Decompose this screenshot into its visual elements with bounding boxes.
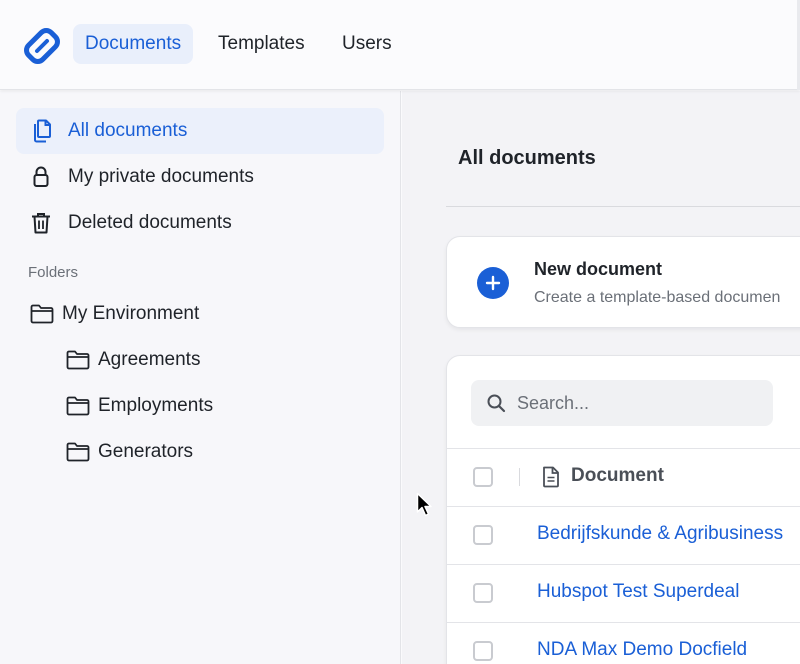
folder-label: My Environment <box>62 303 200 324</box>
search-box[interactable] <box>471 380 773 426</box>
folder-agreements[interactable]: Agreements <box>66 340 200 380</box>
folder-label: Agreements <box>98 349 201 370</box>
folder-icon <box>66 350 90 370</box>
folder-label: Employments <box>98 395 214 416</box>
row-checkbox[interactable] <box>473 525 493 545</box>
trash-icon <box>30 212 52 234</box>
row-checkbox[interactable] <box>473 583 493 603</box>
row-checkbox[interactable] <box>473 641 493 661</box>
row-separator <box>447 506 800 507</box>
sidebar-item-all-documents[interactable]: All documents <box>16 108 384 154</box>
row-separator <box>447 448 800 449</box>
tab-templates[interactable]: Templates <box>206 24 317 64</box>
plus-icon[interactable] <box>477 267 509 299</box>
title-divider <box>446 206 800 207</box>
main-content: All documents New document Create a temp… <box>402 91 800 664</box>
sidebar-item-private-documents[interactable]: My private documents <box>16 154 384 200</box>
sidebar: All documents My private documents Delet… <box>0 91 401 664</box>
column-header-document[interactable]: Document <box>571 465 664 487</box>
select-all-checkbox[interactable] <box>473 467 493 487</box>
mouse-cursor-icon <box>416 492 432 517</box>
folder-my-environment[interactable]: My Environment <box>30 294 199 334</box>
sidebar-item-label: All documents <box>68 120 188 141</box>
top-navigation-bar: Documents Templates Users <box>0 0 800 90</box>
sidebar-item-label: My private documents <box>68 166 254 187</box>
new-document-subtitle: Create a template-based documen <box>534 289 781 306</box>
folder-icon <box>66 396 90 416</box>
table-row-document-link[interactable]: Bedrijfskunde & Agribusiness <box>537 523 787 545</box>
row-separator <box>447 564 800 565</box>
page-title: All documents <box>458 147 596 169</box>
search-icon <box>485 392 507 414</box>
sidebar-item-label: Deleted documents <box>68 212 232 233</box>
folders-section-label: Folders <box>28 264 79 281</box>
new-document-card[interactable]: New document Create a template-based doc… <box>446 236 800 328</box>
folder-employments[interactable]: Employments <box>66 386 213 426</box>
lock-icon <box>30 166 52 188</box>
folder-icon <box>66 442 90 462</box>
tab-documents[interactable]: Documents <box>73 24 194 64</box>
new-document-title: New document <box>534 259 663 279</box>
document-icon <box>543 466 559 488</box>
column-separator <box>519 468 520 486</box>
sidebar-item-deleted-documents[interactable]: Deleted documents <box>16 200 384 246</box>
folder-icon <box>30 304 54 324</box>
search-input[interactable] <box>517 392 757 414</box>
documents-icon <box>30 119 52 143</box>
table-row-document-link[interactable]: NDA Max Demo Docfield <box>537 639 787 661</box>
tab-users[interactable]: Users <box>330 24 404 64</box>
folder-label: Generators <box>98 441 194 462</box>
app-logo-icon[interactable] <box>20 24 64 68</box>
row-separator <box>447 622 800 623</box>
folder-generators[interactable]: Generators <box>66 432 193 472</box>
documents-table: Document Bedrijfskunde & Agribusiness Hu… <box>446 355 800 664</box>
table-row-document-link[interactable]: Hubspot Test Superdeal <box>537 581 787 603</box>
